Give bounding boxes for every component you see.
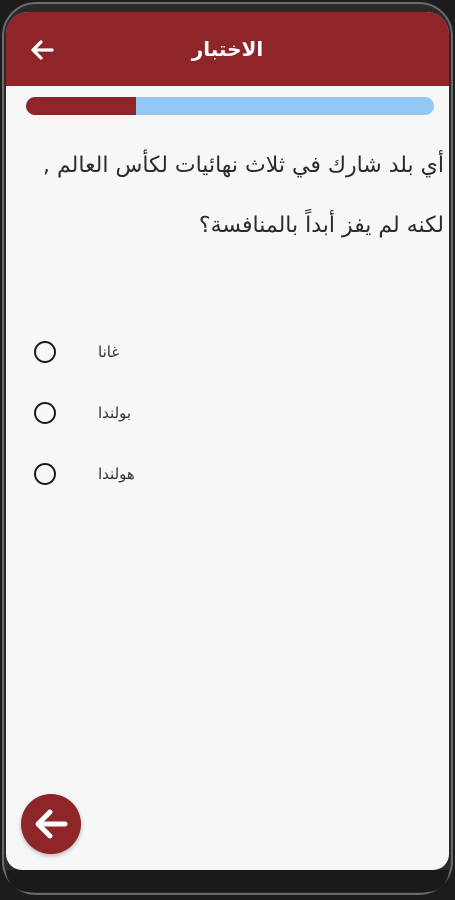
- option-ghana[interactable]: غانا: [34, 332, 414, 372]
- back-arrow-icon[interactable]: [28, 36, 56, 64]
- option-label: غانا: [98, 343, 120, 361]
- device-bottom-bar: [6, 870, 449, 892]
- phone-frame: الاختبار أي بلد شارك في ثلاث نهائيات لكأ…: [0, 0, 455, 900]
- option-poland[interactable]: بولندا: [34, 393, 414, 433]
- question-text: أي بلد شارك في ثلاث نهائيات لكأس العالم …: [43, 153, 444, 238]
- app-screen: الاختبار أي بلد شارك في ثلاث نهائيات لكأ…: [6, 12, 449, 870]
- radio-button-icon[interactable]: [34, 402, 56, 424]
- previous-question-button[interactable]: [21, 794, 81, 854]
- app-bar: الاختبار: [6, 12, 449, 86]
- option-label: هولندا: [98, 465, 135, 483]
- progress-fill: [26, 97, 137, 115]
- page-title: الاختبار: [191, 37, 264, 61]
- radio-button-icon[interactable]: [34, 463, 56, 485]
- arrow-left-icon: [35, 809, 68, 839]
- quiz-progress-bar: [26, 97, 434, 115]
- option-label: بولندا: [98, 404, 132, 422]
- option-netherlands[interactable]: هولندا: [34, 454, 414, 494]
- radio-button-icon[interactable]: [34, 341, 56, 363]
